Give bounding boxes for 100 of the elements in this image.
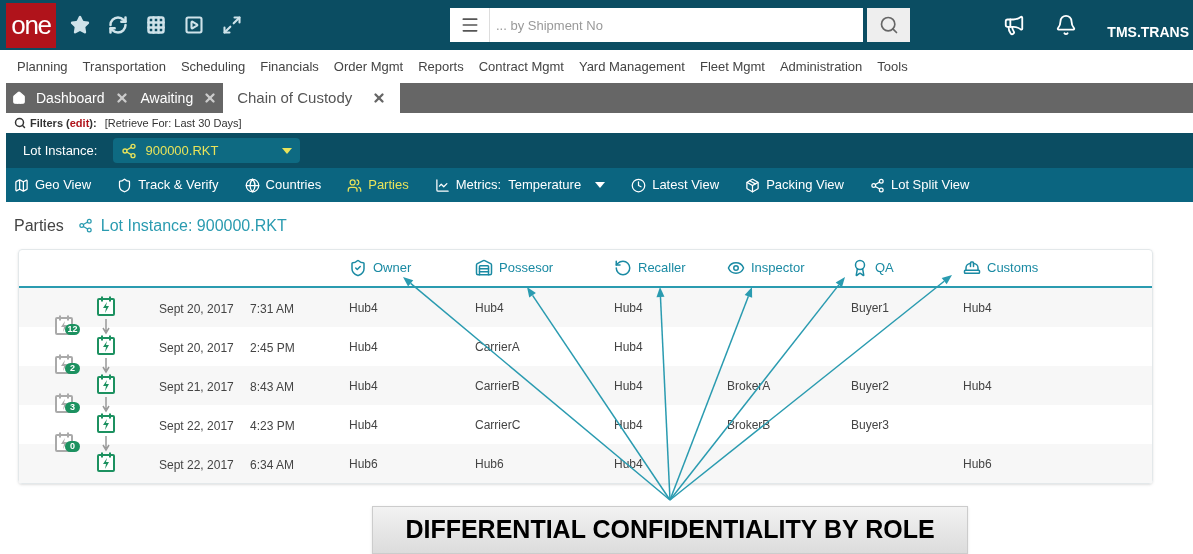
owner-icon <box>349 258 367 277</box>
menu-item[interactable]: Transportation <box>82 56 166 77</box>
map-icon <box>14 177 29 193</box>
people-icon <box>347 177 363 193</box>
edit-link[interactable]: edit <box>69 116 90 129</box>
grid-icon[interactable] <box>146 15 166 35</box>
calendar-icon <box>97 374 115 394</box>
party-cell-text: Hub4 <box>349 300 378 317</box>
menu-item[interactable]: Order Mgmt <box>333 56 404 77</box>
column-header: Inspector <box>727 258 805 278</box>
menu-item[interactable]: Fleet Mgmt <box>699 56 765 77</box>
logo[interactable]: one <box>6 2 56 48</box>
section-title: Parties <box>14 215 64 236</box>
home-icon <box>12 91 26 105</box>
menu-button[interactable] <box>450 8 490 42</box>
calendar-icon <box>97 413 115 433</box>
column-header: Customs <box>963 258 1039 278</box>
time-cell-text: 2:45 PM <box>250 340 295 357</box>
menu-item[interactable]: Reports <box>418 56 464 77</box>
date-cell-text: Sept 20, 2017 <box>159 340 234 357</box>
share-icon <box>77 218 93 233</box>
party-cell-text: Hub4 <box>963 300 992 317</box>
date-cell-text: Sept 21, 2017 <box>159 379 234 396</box>
time-cell-text: 7:31 AM <box>250 301 295 318</box>
date-cell-text: Sept 22, 2017 <box>159 457 234 474</box>
menu-item[interactable]: Scheduling <box>180 56 246 77</box>
view-tab[interactable]: Countries <box>244 175 322 195</box>
lot-instance-label: Lot Instance: <box>23 141 98 160</box>
shield-icon <box>117 177 133 193</box>
party-cell-text: Hub6 <box>349 456 378 473</box>
share-icon <box>121 142 138 159</box>
down-arrow-icon <box>102 436 110 452</box>
tab[interactable]: Chain of Custody <box>223 83 401 113</box>
menu-item[interactable]: Financials <box>260 56 319 77</box>
menu-item[interactable]: Administration <box>779 56 863 77</box>
party-cell-text: Hub4 <box>349 339 378 356</box>
count-badge: 3 <box>65 402 80 413</box>
view-tab[interactable]: Metrics: Temperature <box>434 175 606 195</box>
party-cell-text: Hub4 <box>963 378 992 395</box>
view-tab[interactable]: Parties <box>347 175 409 195</box>
search-field[interactable]: ... by Shipment No <box>490 8 863 42</box>
menu-item[interactable]: Planning <box>17 56 68 77</box>
user-name[interactable]: TMS.TRANS <box>1107 21 1189 43</box>
close-icon[interactable] <box>203 91 218 105</box>
star-icon[interactable] <box>70 15 90 35</box>
down-arrow-icon <box>102 358 110 374</box>
party-cell-text: Hub4 <box>349 417 378 434</box>
column-header: Owner <box>349 258 412 278</box>
party-cell-text: Hub4 <box>614 339 643 356</box>
date-cell-text: Sept 22, 2017 <box>159 418 234 435</box>
view-tab[interactable]: Lot Split View <box>869 175 970 195</box>
tab[interactable]: Dashboard <box>6 83 135 113</box>
play-icon[interactable] <box>184 15 204 35</box>
date-cell-text: Sept 20, 2017 <box>159 301 234 318</box>
down-arrow-icon <box>102 397 110 413</box>
clock-icon <box>631 177 647 193</box>
split-icon <box>869 177 885 193</box>
search-button[interactable] <box>867 8 910 42</box>
chart-icon <box>434 177 450 193</box>
count-badge: 2 <box>65 363 80 374</box>
party-cell-text: Hub4 <box>614 378 643 395</box>
view-tab[interactable]: Geo View <box>14 175 92 195</box>
party-cell-text: Buyer1 <box>851 300 890 317</box>
view-tab[interactable]: Packing View <box>745 175 844 195</box>
bell-icon[interactable] <box>1055 14 1078 36</box>
party-cell-text: Buyer3 <box>851 417 890 434</box>
menu-item[interactable]: Yard Management <box>578 56 685 77</box>
search-icon <box>14 117 26 129</box>
column-header: Recaller <box>614 258 686 278</box>
time-cell-text: 6:34 AM <box>250 457 295 474</box>
column-header: Possesor <box>475 258 554 278</box>
search-icon <box>878 15 899 35</box>
count-badge: 12 <box>65 324 80 335</box>
calendar-icon <box>97 335 115 355</box>
view-tab[interactable]: Track & Verify <box>117 175 219 195</box>
party-cell-text: Hub6 <box>963 456 992 473</box>
party-cell-text: Hub6 <box>475 456 504 473</box>
megaphone-icon[interactable] <box>1003 14 1026 36</box>
view-tab[interactable]: Latest View <box>631 175 720 195</box>
column-header: QA <box>851 258 894 278</box>
calendar-icon <box>97 452 115 472</box>
filters-label: Filters (edit): <box>30 115 97 131</box>
refresh-icon[interactable] <box>108 15 128 35</box>
close-icon[interactable] <box>114 91 129 105</box>
party-cell-text: Hub4 <box>475 300 504 317</box>
expand-icon[interactable] <box>222 15 242 35</box>
party-cell-text: Hub4 <box>614 300 643 317</box>
recaller-icon <box>614 258 632 277</box>
menu-item[interactable]: Tools <box>877 56 908 77</box>
party-cell-text: CarrierB <box>475 378 520 395</box>
tab[interactable]: Awaiting <box>134 83 224 113</box>
filter-value: [Retrieve For: Last 30 Days] <box>104 115 242 131</box>
close-icon[interactable] <box>372 91 387 105</box>
calendar-icon <box>97 296 115 316</box>
party-cell-text: CarrierC <box>475 417 521 434</box>
time-cell-text: 8:43 AM <box>250 379 295 396</box>
lot-instance-dropdown[interactable]: 900000.RKT <box>113 138 301 163</box>
globe-icon <box>244 177 260 193</box>
party-cell-text: Hub4 <box>349 378 378 395</box>
menu-item[interactable]: Contract Mgmt <box>478 56 564 77</box>
